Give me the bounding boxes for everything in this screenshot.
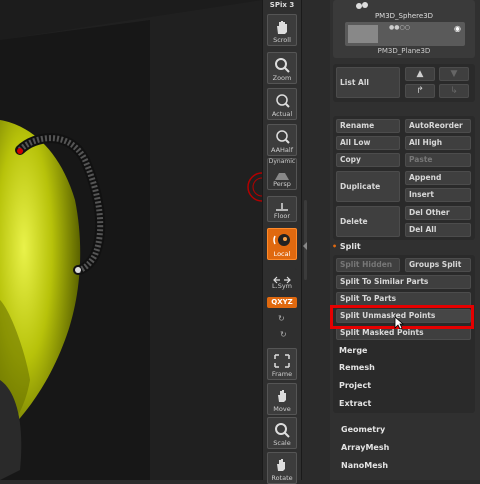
aahalf-icon [276,130,290,144]
arraymesh-section[interactable]: ArrayMesh [341,443,389,452]
mouse-cursor-icon [394,316,404,330]
frame-label: Frame [271,370,293,378]
subtool-item-plane-selected[interactable]: ◉ ●●○○ [345,22,465,46]
append-button[interactable]: Append [405,171,471,185]
expanded-dot-icon: • [332,242,338,251]
zoom-magnifier-icon [275,58,290,73]
local-label: Local [273,250,291,258]
move-branch-arrow-icon[interactable]: ↱ [405,84,435,98]
delete-button[interactable]: Delete [336,206,400,237]
local-button[interactable]: Local [267,228,297,260]
frame-icon [274,354,290,368]
all-low-button[interactable]: All Low [336,136,400,150]
cable-endpoint-top [17,148,23,154]
extract-section[interactable]: Extract [339,399,371,408]
split-title: Split [339,242,361,251]
subtool-panel: PM3D_Sphere3D ◉ ●●○○ PM3D_Plane3D List A… [330,0,480,480]
nanomesh-section[interactable]: NanoMesh [341,461,388,470]
collapse-arrow-icon[interactable] [303,242,307,250]
local-sphere-icon [273,234,290,246]
remesh-section[interactable]: Remesh [339,363,375,372]
panel-scrollbar[interactable] [304,200,307,280]
scroll-hand-icon [277,21,287,34]
lsym-label: L.Sym [272,282,292,290]
subtool-item-plane[interactable]: PM3D_Plane3D [333,47,475,55]
autoreorder-button[interactable]: AutoReorder [405,119,471,133]
cable-endpoint-bottom [75,267,81,273]
project-section[interactable]: Project [339,381,371,390]
del-other-button[interactable]: Del Other [405,206,471,220]
move-icon [278,390,286,402]
plane-thumbnail-icon [348,25,378,43]
3d-viewport[interactable] [0,0,262,480]
rotate-label: Rotate [271,474,293,482]
edit-group: Rename AutoReorder All Low All High Copy… [333,116,475,240]
move-down-arrow-icon[interactable]: ▼ [439,67,469,81]
split-hidden-button[interactable]: Split Hidden [336,258,400,272]
scale-icon [275,423,290,438]
duplicate-button[interactable]: Duplicate [336,171,400,202]
rename-button[interactable]: Rename [336,119,400,133]
split-to-parts-button[interactable]: Split To Parts [336,292,471,306]
subtool-mode-icons: ●●○○ [389,24,410,31]
rotate-z-icon[interactable]: ↻ [280,330,287,339]
rotate-y-icon[interactable]: ↻ [278,314,285,323]
actual-button[interactable]: Actual [267,88,297,120]
scale-label: Scale [273,439,291,447]
list-group: List All ▲ ▼ ↱ ↳ [333,64,475,102]
move-up-arrow-icon[interactable]: ▲ [405,67,435,81]
panel-separator [302,0,330,480]
list-all-button[interactable]: List All [336,67,400,98]
subtool-list: PM3D_Sphere3D ◉ ●●○○ PM3D_Plane3D [333,0,475,58]
geometry-section[interactable]: Geometry [341,425,385,434]
all-high-button[interactable]: All High [405,136,471,150]
floor-label: Floor [273,212,291,220]
right-shelf-toolbar: SPix 3 Scroll Zoom Actual AAHalf Dynamic… [262,0,302,484]
del-all-button[interactable]: Del All [405,223,471,237]
split-section-header[interactable]: • Split [332,242,361,251]
scroll-button[interactable]: Scroll [267,14,297,46]
xyz-toggle[interactable]: QXYZ [267,297,297,308]
rotate-icon [277,459,285,471]
frame-button[interactable]: Frame [267,348,297,380]
lsym-button[interactable]: L.Sym [267,268,297,292]
rotate-button[interactable]: Rotate [267,452,297,484]
move-label: Move [273,405,291,413]
scroll-label: Scroll [273,36,291,44]
split-group: Split Hidden Groups Split Split To Simil… [333,255,475,413]
zoom-label: Zoom [272,74,292,82]
subtool-item-sphere[interactable]: PM3D_Sphere3D [333,12,475,20]
copy-button[interactable]: Copy [336,153,400,167]
scale-button[interactable]: Scale [267,417,297,449]
visibility-eye-icon[interactable]: ◉ [454,24,461,33]
persp-label: Persp [273,180,291,188]
split-to-similar-parts-button[interactable]: Split To Similar Parts [336,275,471,289]
aahalf-button[interactable]: AAHalf [267,124,297,156]
actual-label: Actual [271,110,293,118]
spix-label[interactable]: SPix 3 [267,1,297,11]
floor-button[interactable]: Floor [267,196,297,222]
actual-size-icon [276,94,290,108]
dynamic-label: Dynamic [268,158,296,165]
insert-button[interactable]: Insert [405,188,471,202]
zoom-button[interactable]: Zoom [267,52,297,84]
aahalf-label: AAHalf [270,146,294,154]
paste-button[interactable]: Paste [405,153,471,167]
move-back-arrow-icon[interactable]: ↳ [439,84,469,98]
merge-section[interactable]: Merge [339,346,367,355]
persp-button[interactable]: Dynamic Persp [267,158,297,190]
groups-split-button[interactable]: Groups Split [405,258,471,272]
move-button[interactable]: Move [267,383,297,415]
